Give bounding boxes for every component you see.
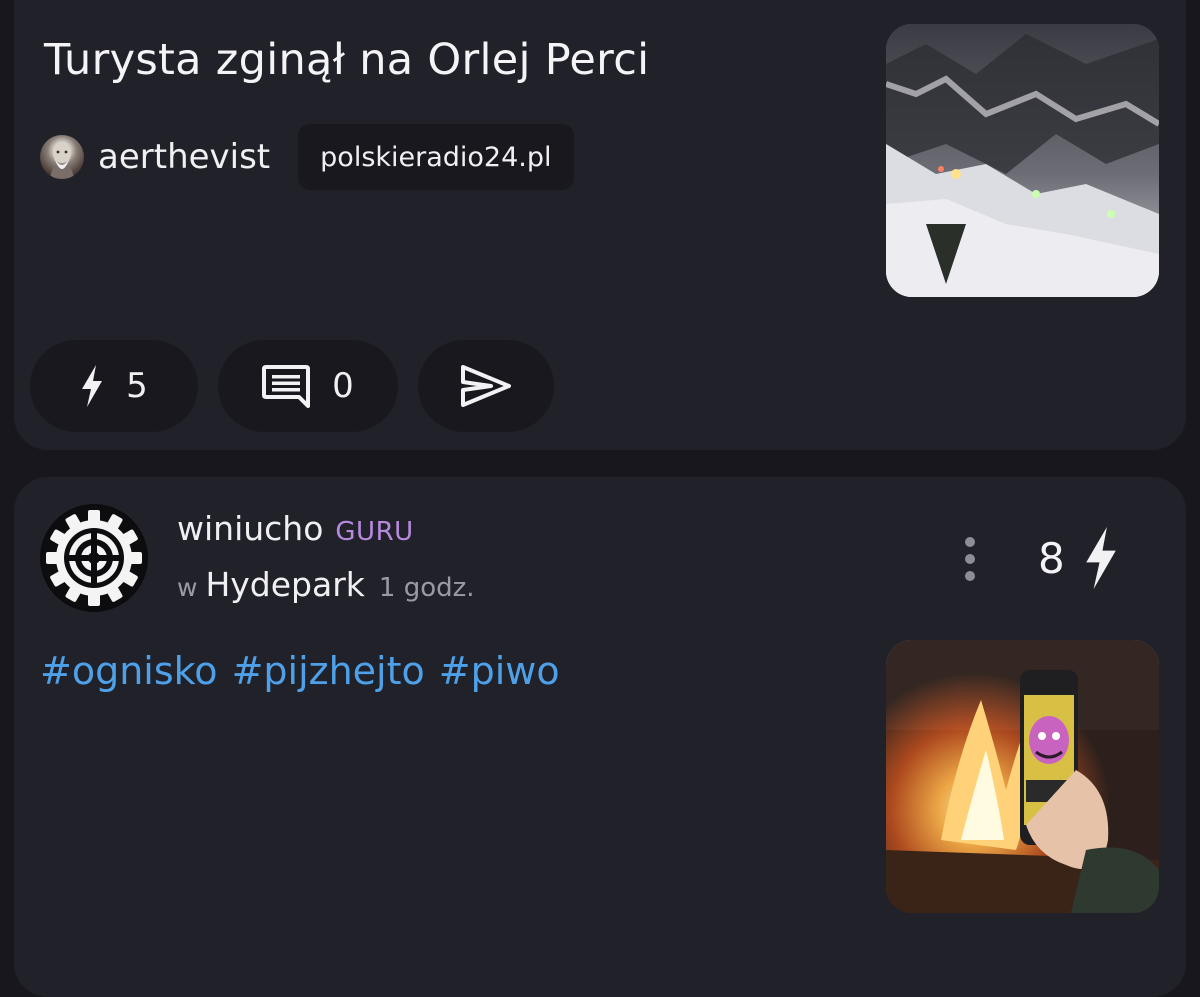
vote-widget[interactable]: 8 (1038, 527, 1119, 589)
post-time: 1 godz. (378, 573, 475, 603)
lightning-icon (82, 365, 103, 407)
post-tags: #ognisko #pijzhejto #piwo (40, 649, 574, 693)
post-card-1[interactable]: Turysta zginął na Orlej Perci aerthevist… (14, 0, 1186, 450)
author-line: winiucho GURU (177, 509, 414, 548)
post-author-row: aerthevist polskieradio24.pl (40, 124, 574, 190)
vote-count: 5 (126, 366, 148, 406)
lightning-icon[interactable] (1083, 527, 1119, 589)
tag-link[interactable]: #piwo (439, 649, 560, 693)
in-prefix: w (177, 573, 198, 602)
author-name[interactable]: winiucho (177, 509, 323, 548)
avatar[interactable] (40, 504, 148, 612)
more-vertical-icon (965, 537, 975, 581)
post-title[interactable]: Turysta zginął na Orlej Perci (44, 35, 649, 85)
vote-button[interactable]: 5 (30, 340, 198, 432)
tag-link[interactable]: #pijzhejto (232, 649, 425, 693)
post-card-2[interactable]: winiucho GURU w Hydepark 1 godz. 8 #ognis… (14, 477, 1186, 997)
author-name[interactable]: aerthevist (98, 137, 270, 177)
send-icon (461, 365, 511, 407)
post-meta: w Hydepark 1 godz. (177, 565, 475, 604)
post-actions: 5 0 (30, 340, 574, 432)
share-button[interactable] (418, 340, 554, 432)
rank-badge: GURU (335, 517, 414, 547)
comments-button[interactable]: 0 (218, 340, 398, 432)
avatar[interactable] (40, 135, 84, 179)
comment-icon (262, 365, 311, 408)
post-thumbnail[interactable] (886, 640, 1159, 913)
tag-link[interactable]: #ognisko (40, 649, 218, 693)
comment-count: 0 (332, 366, 354, 406)
source-domain-chip[interactable]: polskieradio24.pl (298, 124, 574, 190)
vote-count: 8 (1038, 533, 1065, 583)
more-options-button[interactable] (958, 535, 982, 583)
community-link[interactable]: Hydepark (205, 565, 364, 604)
post-thumbnail[interactable] (886, 24, 1159, 297)
